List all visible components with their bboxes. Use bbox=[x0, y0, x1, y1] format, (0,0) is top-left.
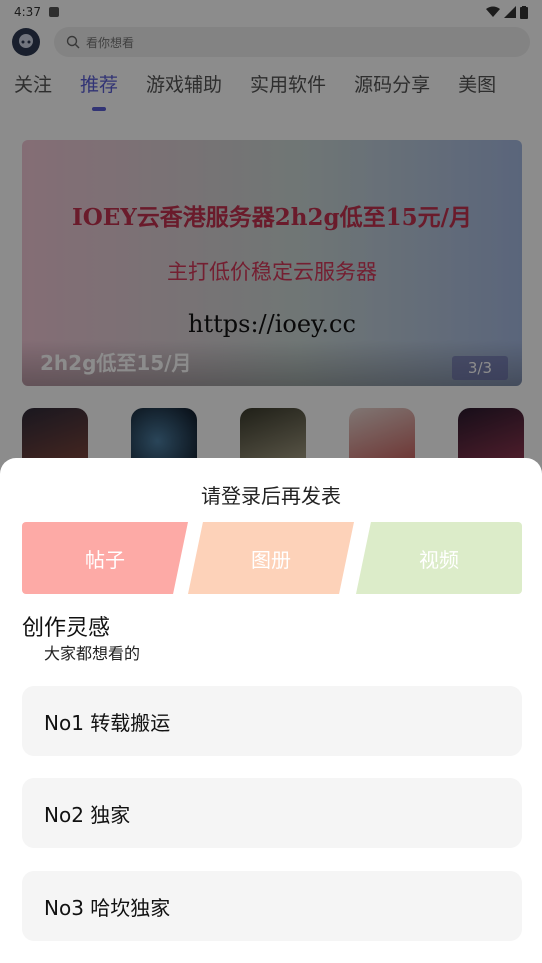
inspiration-title: 创作灵感 bbox=[22, 616, 111, 641]
inspiration-item-label: No2 独家 bbox=[44, 802, 131, 827]
post-button[interactable]: 帖子 bbox=[22, 522, 188, 594]
inspiration-item-label: No3 哈坎独家 bbox=[44, 895, 171, 920]
post-type-row: 帖子 图册 视频 bbox=[22, 522, 522, 594]
sheet-title: 请登录后再发表 bbox=[201, 484, 341, 508]
inspiration-item-label: No1 转载搬运 bbox=[44, 710, 171, 735]
video-button-label: 视频 bbox=[419, 547, 459, 572]
inspiration-item[interactable]: No3 哈坎独家 bbox=[22, 871, 522, 941]
inspiration-subtitle: 大家都想看的 bbox=[44, 644, 141, 663]
video-button[interactable]: 视频 bbox=[356, 522, 522, 594]
inspiration-item[interactable]: No2 独家 bbox=[22, 778, 522, 848]
inspiration-item[interactable]: No1 转载搬运 bbox=[22, 686, 522, 756]
post-button-label: 帖子 bbox=[85, 547, 125, 572]
publish-sheet: 请登录后再发表 帖子 图册 视频 创作灵感 大家都想看的 No1 转载搬运 No… bbox=[0, 458, 542, 963]
album-button-label: 图册 bbox=[251, 547, 291, 572]
album-button[interactable]: 图册 bbox=[188, 522, 354, 594]
